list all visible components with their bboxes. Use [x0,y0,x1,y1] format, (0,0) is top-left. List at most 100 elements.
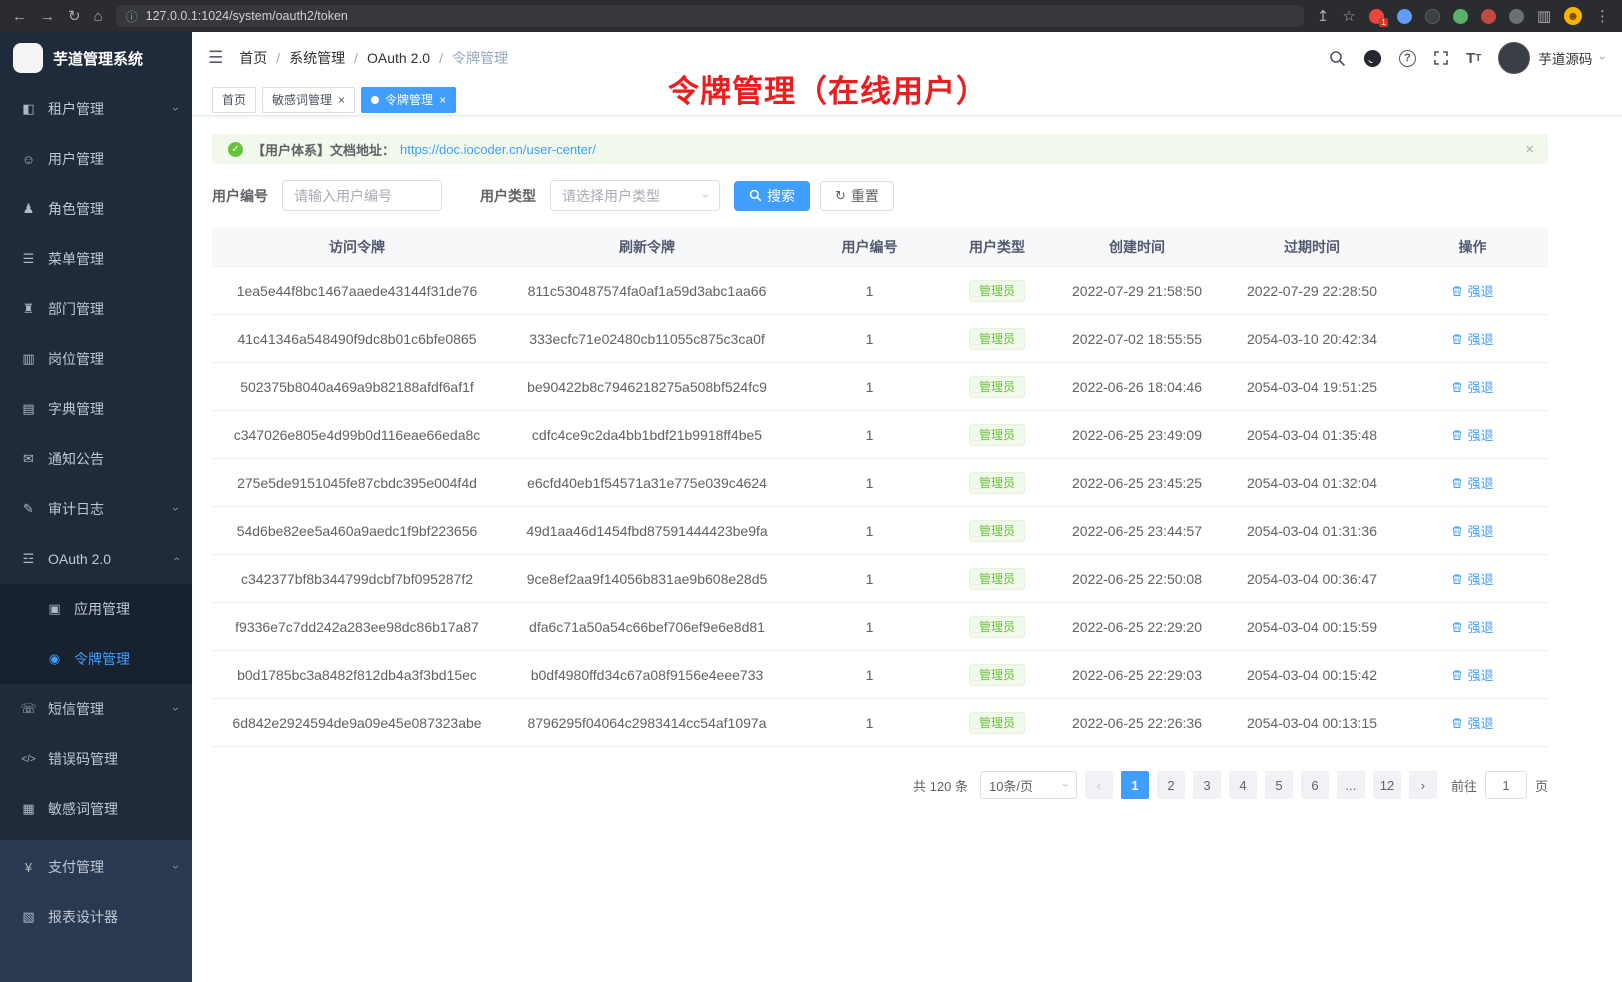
force-logout-button[interactable]: 强退 [1451,713,1493,732]
sidebar-item-sensitive-word[interactable]: ▦ 敏感词管理 [0,784,192,834]
reset-button[interactable]: ↻ 重置 [820,181,894,211]
sidebar-item-post[interactable]: ▥ 岗位管理 [0,334,192,384]
reload-icon[interactable]: ↻ [68,9,81,24]
font-size-icon[interactable]: TT [1466,50,1481,67]
github-icon[interactable] [1363,49,1382,68]
force-logout-button[interactable]: 强退 [1451,665,1493,684]
extension-icon-5[interactable] [1481,9,1496,24]
page-button-2[interactable]: 2 [1157,771,1185,799]
user-type-select[interactable]: 请选择用户类型 › [550,180,720,211]
force-logout-button[interactable]: 强退 [1451,377,1493,396]
force-logout-button[interactable]: 强退 [1451,617,1493,636]
extension-icon-3[interactable] [1425,9,1440,24]
extension-icon-2[interactable] [1397,9,1412,24]
user-icon: ☺ [20,152,37,167]
extension-icon-1[interactable]: 1 [1369,9,1384,24]
back-icon[interactable]: ← [12,9,27,24]
next-page-button[interactable]: › [1409,771,1437,799]
force-logout-button[interactable]: 强退 [1451,329,1493,348]
force-logout-button[interactable]: 强退 [1451,281,1493,300]
extension-icon-4[interactable] [1453,9,1468,24]
delete-icon [1451,381,1463,393]
user-id-input[interactable] [282,180,442,211]
sidebar-item-oauth2-app[interactable]: ▣ 应用管理 [0,584,192,634]
page-button-1[interactable]: 1 [1121,771,1149,799]
page-button-12[interactable]: 12 [1373,771,1401,799]
refresh-icon: ↻ [835,188,846,204]
bookmark-star-icon[interactable]: ☆ [1342,9,1355,24]
close-icon[interactable]: × [439,93,446,107]
tenant-icon: ◧ [20,101,37,117]
sidebar-item-menu[interactable]: ☰ 菜单管理 [0,234,192,284]
access-token-cell: f9336e7c7dd242a283ee98dc86b17a87 [212,619,502,635]
sidebar-item-tenant[interactable]: ◧ 租户管理 › [0,84,192,134]
user-id-cell: 1 [792,283,947,299]
goto-page-input[interactable] [1485,771,1527,799]
tab-sensitive-word[interactable]: 敏感词管理 × [262,87,355,113]
breadcrumb-home[interactable]: 首页 [239,48,267,68]
sidebar-item-pay[interactable]: ¥ 支付管理 › [0,842,192,892]
help-icon[interactable]: ? [1399,50,1416,67]
sidebar-item-notice[interactable]: ✉ 通知公告 [0,434,192,484]
user-id-cell: 1 [792,523,947,539]
token-table: 访问令牌 刷新令牌 用户编号 用户类型 创建时间 过期时间 操作 1ea5e44… [212,227,1548,747]
action-cell: 强退 [1397,665,1548,684]
collapse-sidebar-icon[interactable]: ☰ [208,48,223,68]
fullscreen-icon[interactable] [1433,50,1449,66]
sidebar-item-report-designer[interactable]: ▧ 报表设计器 [0,892,192,942]
force-logout-button[interactable]: 强退 [1451,569,1493,588]
prev-page-button[interactable]: ‹ [1085,771,1113,799]
sidebar-item-dept[interactable]: ♜ 部门管理 [0,284,192,334]
page-button-6[interactable]: 6 [1301,771,1329,799]
tab-token-manage[interactable]: 令牌管理 × [361,87,456,113]
browser-profile-avatar[interactable]: ☻ [1564,7,1582,25]
chevron-down-icon: › [169,507,183,511]
side-panel-icon[interactable]: ▥ [1537,9,1551,24]
forward-icon[interactable]: → [40,9,55,24]
user-menu[interactable]: 芋道源码 › [1498,42,1604,74]
action-cell: 强退 [1397,713,1548,732]
search-icon [749,189,762,202]
sidebar-item-role[interactable]: ♟ 角色管理 [0,184,192,234]
sidebar-item-oauth2-token[interactable]: ◉ 令牌管理 [0,634,192,684]
search-icon[interactable] [1329,50,1346,67]
user-type-cell: 管理员 [947,616,1047,638]
browser-menu-icon[interactable]: ⋮ [1595,9,1610,24]
sidebar-item-error-code[interactable]: </> 错误码管理 [0,734,192,784]
user-type-cell: 管理员 [947,328,1047,350]
page-size-select[interactable]: 10条/页 › [980,771,1077,799]
more-pages-button[interactable]: ... [1337,771,1365,799]
sidebar-item-audit-log[interactable]: ✎ 审计日志 › [0,484,192,534]
delete-icon [1451,429,1463,441]
app-logo[interactable]: 芋道管理系统 [0,32,192,84]
sidebar-item-oauth2[interactable]: ☲ OAuth 2.0 › [0,534,192,584]
page-button-4[interactable]: 4 [1229,771,1257,799]
address-bar[interactable]: ⓘ 127.0.0.1:1024/system/oauth2/token [116,5,1304,27]
sidebar-item-user[interactable]: ☺ 用户管理 [0,134,192,184]
breadcrumb-oauth2[interactable]: OAuth 2.0 [367,50,430,66]
page-button-5[interactable]: 5 [1265,771,1293,799]
token-manage-icon: ◉ [46,651,63,667]
site-info-icon[interactable]: ⓘ [126,8,138,25]
access-token-cell: 54d6be82ee5a460a9aedc1f9bf223656 [212,523,502,539]
extension-icon-6[interactable] [1509,9,1524,24]
force-logout-button[interactable]: 强退 [1451,425,1493,444]
sidebar-item-sms[interactable]: ☏ 短信管理 › [0,684,192,734]
close-icon[interactable]: × [338,93,345,107]
alert-close-icon[interactable]: × [1525,141,1534,158]
home-icon[interactable]: ⌂ [94,9,103,24]
doc-link[interactable]: https://doc.iocoder.cn/user-center/ [400,142,596,157]
share-icon[interactable]: ↥ [1317,9,1330,24]
sidebar-item-dict[interactable]: ▤ 字典管理 [0,384,192,434]
force-logout-button[interactable]: 强退 [1451,473,1493,492]
page-button-3[interactable]: 3 [1193,771,1221,799]
tab-home[interactable]: 首页 [212,87,256,113]
breadcrumb-system[interactable]: 系统管理 [289,48,345,68]
chevron-down-icon: › [1596,56,1608,60]
expire-time-cell: 2054-03-10 20:42:34 [1227,331,1397,347]
pagination: 共 120 条 10条/页 › ‹ 1 2 3 4 5 6 ... 12 › 前… [212,771,1548,799]
force-logout-button[interactable]: 强退 [1451,521,1493,540]
search-button[interactable]: 搜索 [734,181,810,211]
expire-time-cell: 2054-03-04 00:15:42 [1227,667,1397,683]
access-token-cell: 6d842e2924594de9a09e45e087323abe [212,715,502,731]
